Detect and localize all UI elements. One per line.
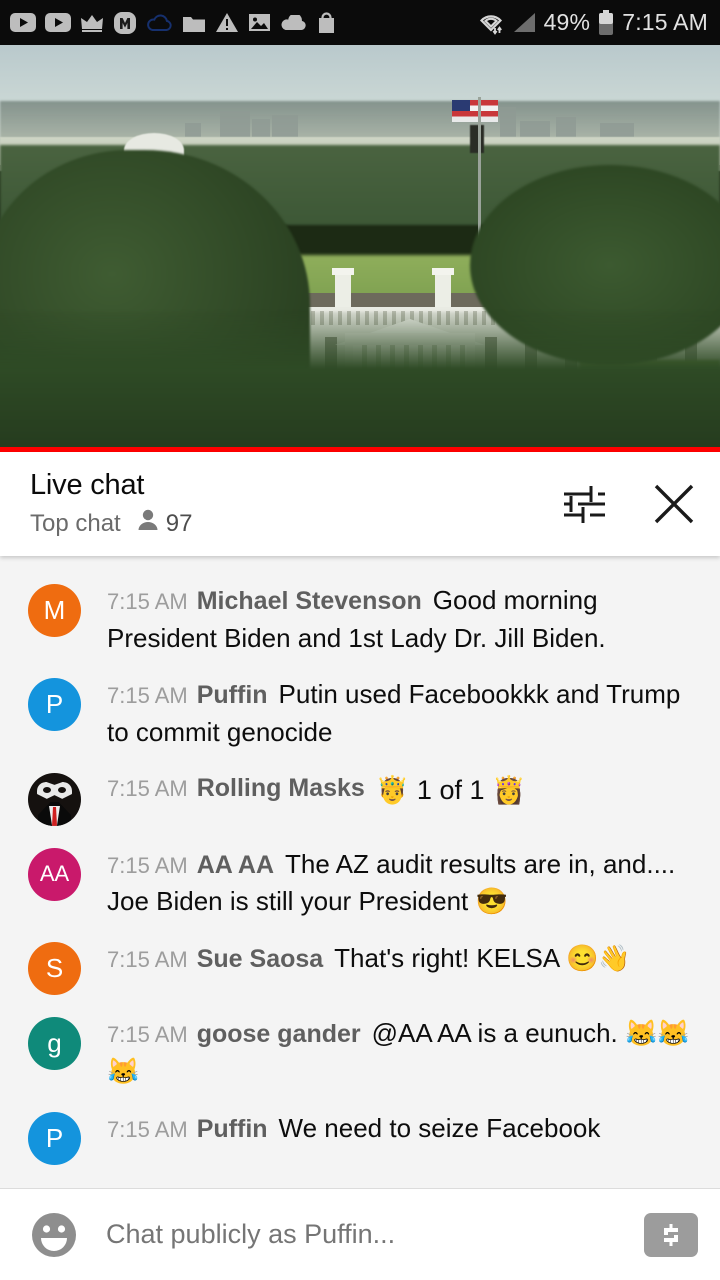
- message-timestamp: 7:15 AM: [107, 683, 188, 709]
- wifi-data-icon: [477, 11, 505, 35]
- american-flag: [452, 100, 498, 122]
- message-timestamp: 7:15 AM: [107, 589, 188, 614]
- avatar[interactable]: AA: [28, 847, 81, 901]
- chat-message-body: 7:15 AM Puffin We need to seize Facebook: [81, 1110, 606, 1148]
- message-timestamp: 7:15 AM: [107, 947, 188, 973]
- masquerade-mask-icon: [37, 781, 72, 799]
- avatar-initial: P: [45, 1122, 64, 1153]
- cloud-filled-icon: [280, 14, 307, 31]
- status-bar: 49% 7:15 AM: [0, 0, 720, 45]
- message-text: Putin used Facebookkk and Trump to commi…: [107, 679, 681, 747]
- avatar-initial: S: [45, 953, 64, 984]
- chat-message-list[interactable]: M 7:15 AM Michael Stevenson Good morning P…: [0, 556, 720, 1188]
- dollar-superchat-icon[interactable]: [644, 1212, 698, 1257]
- distant-buildings: [0, 97, 720, 137]
- chat-message-body: 7:15 AM Rolling Masks 🤴 1 of 1 👸: [81, 771, 532, 809]
- chat-message-body: 7:15 AM Puffin Putin used Facebookkk and T…: [81, 676, 698, 750]
- message-author[interactable]: AA AA: [197, 851, 274, 879]
- message-text: We need to seize Facebook: [278, 1112, 601, 1143]
- avatar-initial: AA: [39, 861, 70, 887]
- live-chat-subrow: Top chat 97: [30, 508, 192, 539]
- youtube-live-chat-screen: 49% 7:15 AM Live chat Top chat 97 M 7:15…: [0, 0, 720, 1280]
- message-timestamp: 7:15 AM: [107, 1116, 188, 1142]
- status-bar-notification-icons: [10, 11, 337, 35]
- message-timestamp: 7:15 AM: [107, 1022, 188, 1048]
- person-icon: [137, 508, 159, 539]
- avatar[interactable]: P: [28, 678, 81, 732]
- avatar[interactable]: g: [28, 1017, 81, 1071]
- battery-icon: [597, 9, 615, 36]
- chat-message[interactable]: P 7:15 AM Puffin Putin used Facebookkk and…: [0, 666, 720, 760]
- folder-icon: [182, 13, 206, 33]
- chat-message[interactable]: S 7:15 AM Sue Saosa That's right! KELSA 😊👋: [0, 930, 720, 1005]
- avatar[interactable]: M: [28, 584, 81, 637]
- chat-input[interactable]: [106, 1219, 644, 1250]
- message-timestamp: 7:15 AM: [107, 775, 188, 801]
- chat-message[interactable]: M 7:15 AM Michael Stevenson Good morning P…: [0, 572, 720, 666]
- cell-signal-icon: [512, 11, 537, 34]
- close-icon[interactable]: [646, 476, 702, 532]
- message-author[interactable]: goose gander: [197, 1020, 361, 1048]
- tune-icon[interactable]: [556, 476, 612, 532]
- message-text: The AZ audit results are in, and.... Joe…: [107, 848, 676, 917]
- avatar[interactable]: P: [28, 1111, 81, 1165]
- status-bar-clock: 7:15 AM: [622, 9, 708, 35]
- chat-message[interactable]: P 7:15 AM Puffin We need to seize Facebook: [0, 1100, 720, 1175]
- shopping-bag-icon: [316, 11, 337, 34]
- avatar-initial: M: [43, 595, 66, 625]
- message-text: That's right! KELSA 😊👋: [334, 943, 631, 974]
- live-chat-header-text: Live chat Top chat 97: [30, 469, 192, 539]
- chat-message-body: 7:15 AM Sue Saosa That's right! KELSA 😊👋: [81, 940, 637, 978]
- crown-icon: [80, 13, 104, 33]
- chat-message-body: 7:15 AM Michael Stevenson Good morning Pre…: [81, 582, 698, 656]
- avatar[interactable]: [28, 772, 81, 826]
- chat-message[interactable]: g 7:15 AM goose gander @AA AA is a eunuch.…: [0, 1005, 720, 1099]
- chat-mode-label[interactable]: Top chat: [30, 510, 121, 538]
- avatar-initial: g: [47, 1028, 62, 1059]
- chat-message-body: 7:15 AM goose gander @AA AA is a eunuch. 😹…: [81, 1015, 698, 1089]
- warning-triangle-icon: [215, 12, 239, 33]
- message-timestamp: 7:15 AM: [107, 852, 188, 878]
- chat-message[interactable]: 7:15 AM Rolling Masks 🤴 1 of 1 👸: [0, 761, 720, 836]
- youtube-play-icon-2: [45, 13, 71, 32]
- status-bar-system-icons: 49% 7:15 AM: [477, 9, 708, 36]
- youtube-play-icon: [10, 13, 36, 32]
- chat-message-body: 7:15 AM AA AA The AZ audit results are in,…: [81, 846, 698, 920]
- emoji-smiley-icon[interactable]: [28, 1209, 80, 1261]
- white-house-live-stream-frame: [0, 45, 720, 452]
- message-text: 🤴 1 of 1 👸: [375, 774, 526, 805]
- cloud-outline-icon: [146, 13, 173, 33]
- chat-input-bar: [0, 1188, 720, 1280]
- message-author[interactable]: Sue Saosa: [197, 945, 323, 973]
- video-player[interactable]: [0, 45, 720, 452]
- message-author[interactable]: Rolling Masks: [197, 774, 365, 802]
- message-author[interactable]: Michael Stevenson: [197, 587, 422, 615]
- viewer-count-value: 97: [165, 509, 193, 537]
- avatar[interactable]: S: [28, 942, 81, 996]
- photo-icon: [248, 12, 271, 33]
- second-banner: [470, 125, 484, 153]
- foreground-trees: [0, 312, 720, 452]
- page-title: Live chat: [30, 469, 145, 501]
- viewer-count: 97: [137, 508, 193, 539]
- message-author[interactable]: Puffin: [197, 1115, 268, 1143]
- message-text: @AA AA is a eunuch. 😹😹😹: [107, 1018, 690, 1086]
- avatar-initial: P: [45, 689, 64, 720]
- chat-message[interactable]: AA 7:15 AM AA AA The AZ audit results are …: [0, 836, 720, 930]
- m-badge-icon: [113, 11, 137, 35]
- message-author[interactable]: Puffin: [197, 681, 268, 709]
- battery-percentage: 49%: [543, 9, 591, 35]
- live-chat-header-actions: [556, 476, 702, 532]
- live-chat-header: Live chat Top chat 97: [0, 452, 720, 556]
